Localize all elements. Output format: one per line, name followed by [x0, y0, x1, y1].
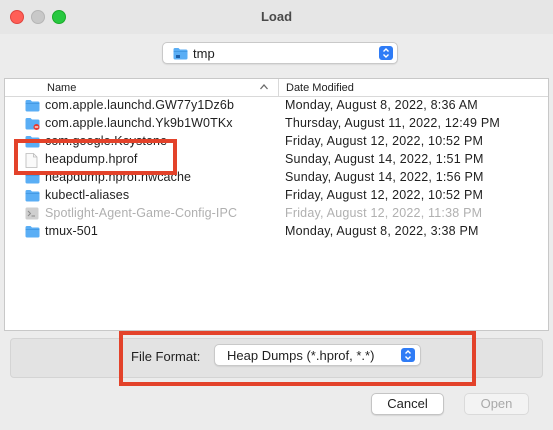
- file-name: kubectl-aliases: [45, 188, 130, 202]
- open-button[interactable]: Open: [464, 393, 529, 415]
- file-date: Thursday, August 11, 2022, 12:49 PM: [285, 116, 501, 130]
- column-divider[interactable]: [278, 79, 279, 97]
- directory-label: tmp: [193, 46, 215, 61]
- file-name: com.google.Keystone: [45, 134, 168, 148]
- file-row[interactable]: heapdump.hprof Sunday, August 14, 2022, …: [5, 151, 548, 169]
- file-format-label: File Format:: [131, 349, 201, 364]
- file-date: Friday, August 12, 2022, 10:52 PM: [285, 134, 484, 148]
- load-dialog: Load tmp Name Date Modified com.apple.la…: [0, 0, 553, 430]
- file-list-header: Name Date Modified: [5, 79, 548, 97]
- file-row[interactable]: kubectl-aliases Friday, August 12, 2022,…: [5, 187, 548, 205]
- file-date: Sunday, August 14, 2022, 1:51 PM: [285, 152, 484, 166]
- file-name: Spotlight-Agent-Game-Config-IPC: [45, 206, 238, 220]
- file-date: Friday, August 12, 2022, 11:38 PM: [285, 206, 483, 220]
- file-list[interactable]: Name Date Modified com.apple.launchd.GW7…: [4, 78, 549, 331]
- file-row[interactable]: com.apple.launchd.Yk9b1W0TKx Thursday, A…: [5, 115, 548, 133]
- cancel-button[interactable]: Cancel: [371, 393, 444, 415]
- file-name: heapdump.hprof: [45, 152, 138, 166]
- file-name: com.apple.launchd.GW77y1Dz6b: [45, 98, 235, 112]
- file-format-dropdown[interactable]: Heap Dumps (*.hprof, *.*): [214, 344, 421, 366]
- file-row[interactable]: heapdump.hprof.hwcache Sunday, August 14…: [5, 169, 548, 187]
- folder-icon: [173, 47, 188, 65]
- window-title: Load: [260, 9, 293, 24]
- file-date: Sunday, August 14, 2022, 1:56 PM: [285, 170, 484, 184]
- file-row[interactable]: tmux-501 Monday, August 8, 2022, 3:38 PM: [5, 223, 548, 241]
- sort-ascending-icon[interactable]: [259, 81, 269, 96]
- chevron-updown-icon: [379, 46, 393, 60]
- file-name: heapdump.hprof.hwcache: [45, 170, 192, 184]
- terminal-file-icon: [25, 207, 39, 223]
- file-row[interactable]: Spotlight-Agent-Game-Config-IPC Friday, …: [5, 205, 548, 223]
- directory-dropdown[interactable]: tmp: [162, 42, 398, 64]
- file-format-value: Heap Dumps (*.hprof, *.*): [227, 348, 375, 363]
- file-date: Friday, August 12, 2022, 10:52 PM: [285, 188, 484, 202]
- column-header-name[interactable]: Name: [47, 82, 76, 94]
- file-name: com.apple.launchd.Yk9b1W0TKx: [45, 116, 233, 130]
- folder-icon: [25, 171, 40, 187]
- folder-restricted-icon: [25, 117, 40, 133]
- folder-icon: [25, 225, 40, 241]
- folder-icon: [25, 135, 40, 151]
- chevron-updown-icon: [401, 348, 415, 362]
- folder-icon: [25, 189, 40, 205]
- folder-icon: [25, 99, 40, 115]
- file-date: Monday, August 8, 2022, 8:36 AM: [285, 98, 478, 112]
- file-rows: com.apple.launchd.GW77y1Dz6b Monday, Aug…: [5, 97, 548, 241]
- file-row[interactable]: com.google.Keystone Friday, August 12, 2…: [5, 133, 548, 151]
- file-date: Monday, August 8, 2022, 3:38 PM: [285, 224, 479, 238]
- title-bar: Load: [0, 0, 553, 34]
- column-header-date-modified[interactable]: Date Modified: [286, 82, 354, 94]
- file-name: tmux-501: [45, 224, 98, 238]
- file-row[interactable]: com.apple.launchd.GW77y1Dz6b Monday, Aug…: [5, 97, 548, 115]
